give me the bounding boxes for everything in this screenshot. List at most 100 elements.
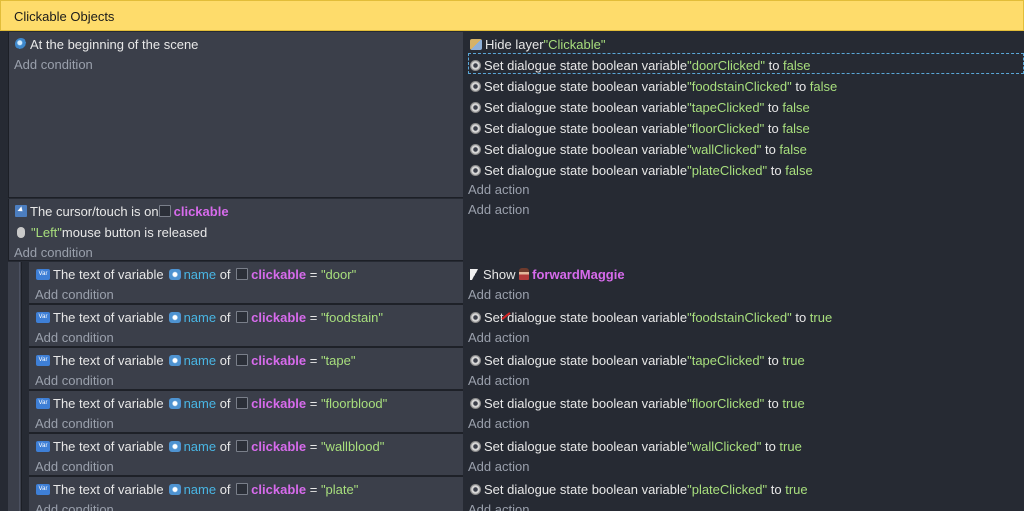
add-action-button[interactable]: Add action — [468, 414, 529, 432]
gear-icon — [470, 483, 481, 495]
action-string: "floorClicked" — [687, 395, 765, 411]
subevent-rail-line — [19, 262, 20, 511]
add-action-button[interactable]: Add action — [468, 328, 529, 346]
action-to: to — [767, 481, 786, 497]
event-group-header[interactable]: Clickable Objects — [0, 0, 1024, 31]
gear-icon — [470, 59, 481, 71]
add-condition-button[interactable]: Add condition — [35, 285, 114, 303]
action-text: Set dialogue state boolean variable — [484, 309, 688, 325]
compared-value: "wallblood" — [320, 438, 385, 454]
variable-icon: Var — [36, 397, 50, 409]
object-icon — [158, 205, 171, 217]
action-string: "doorClicked" — [687, 57, 765, 73]
condition-text: The text of variable — [53, 395, 164, 411]
add-condition-label: Add condition — [35, 501, 114, 511]
add-condition-label: Add condition — [14, 244, 93, 260]
action-text: Set dialogue state boolean variable — [484, 99, 688, 115]
action-value: false — [783, 57, 811, 73]
action-string: "plateClicked" — [687, 481, 768, 497]
action-string: "tapeClicked" — [687, 99, 765, 115]
mouse-icon — [17, 226, 25, 238]
cursor-condition-object: clickable — [173, 203, 229, 219]
event2-condition-cursor[interactable]: The cursor/touch is on clickable — [15, 202, 229, 220]
action-text: Hide layer — [485, 36, 544, 52]
variable-text-condition[interactable]: Var The text of variable name of clickabl… — [36, 351, 355, 369]
object-name: clickable — [251, 309, 307, 325]
equals-text: = — [306, 309, 321, 325]
add-action-button[interactable]: Add action — [468, 457, 529, 475]
add-condition-button[interactable]: Add condition — [35, 371, 114, 389]
show-object-name: forwardMaggie — [532, 266, 625, 282]
add-action-button[interactable]: Add action — [468, 500, 529, 511]
gear-icon — [470, 354, 481, 366]
set-variable-action[interactable]: Set dialogue state boolean variable "foo… — [470, 77, 837, 95]
variable-text-condition[interactable]: Var The text of variable name of clickabl… — [36, 308, 383, 326]
add-action-button[interactable]: Add action — [468, 371, 529, 389]
action-text: Set dialogue state boolean variable — [484, 57, 688, 73]
set-variable-action[interactable]: Set dialogue state boolean variable "pla… — [470, 161, 813, 179]
action-value: true — [785, 481, 808, 497]
event1-condition[interactable]: At the beginning of the scene — [15, 35, 198, 53]
mouse-button-value: "Left" — [31, 224, 62, 240]
action-value: true — [782, 352, 805, 368]
compared-value: "floorblood" — [320, 395, 388, 411]
add-action-button[interactable]: Add action — [468, 285, 529, 303]
set-variable-action[interactable]: Set dialogue state boolean variable "tap… — [470, 351, 805, 369]
set-variable-action[interactable]: Set dialogue state boolean variable "wal… — [470, 140, 807, 158]
add-action-button[interactable]: Add action — [468, 180, 529, 198]
set-variable-action[interactable]: Set dialogue state boolean variable "flo… — [470, 394, 805, 412]
set-variable-action[interactable]: Set dialogue state boolean variable "tap… — [470, 98, 810, 116]
variable-icon: Var — [36, 268, 50, 280]
group-title: Clickable Objects — [14, 9, 115, 24]
add-condition-button[interactable]: Add condition — [35, 328, 114, 346]
hide-layer-action[interactable]: Hide layer "Clickable" — [470, 35, 606, 53]
scene-start-icon — [15, 38, 27, 50]
gear-icon — [470, 164, 481, 176]
of-text: of — [216, 266, 235, 282]
variable-name: name — [183, 438, 217, 454]
add-condition-button[interactable]: Add condition — [14, 243, 93, 261]
add-condition-label: Add condition — [14, 56, 93, 72]
add-condition-label: Add condition — [35, 286, 114, 302]
compared-value: "foodstain" — [320, 309, 383, 325]
action-value: false — [779, 141, 807, 157]
set-variable-action[interactable]: Set dialogue state boolean variable "pla… — [470, 480, 808, 498]
action-text: Set dialogue state boolean variable — [484, 481, 688, 497]
set-variable-action[interactable]: Set dialogue state boolean variable "foo… — [470, 308, 832, 326]
show-object-action[interactable]: Show forwardMaggie — [470, 265, 625, 283]
add-condition-button[interactable]: Add condition — [35, 500, 114, 511]
add-condition-button[interactable]: Add condition — [35, 457, 114, 475]
add-action-label: Add action — [468, 415, 530, 431]
action-text: Set dialogue state boolean variable — [484, 141, 688, 157]
globe-icon — [168, 483, 181, 495]
action-text: Set dialogue state boolean variable — [484, 78, 688, 94]
compared-value: "plate" — [320, 481, 359, 497]
action-value: false — [785, 162, 813, 178]
variable-text-condition[interactable]: Var The text of variable name of clickabl… — [36, 437, 384, 455]
event2-condition-mouse[interactable]: "Left" mouse button is released — [17, 223, 207, 241]
add-condition-button[interactable]: Add condition — [14, 55, 93, 73]
action-text: Set dialogue state boolean variable — [484, 162, 688, 178]
set-variable-action[interactable]: Set dialogue state boolean variable "wal… — [470, 437, 802, 455]
globe-icon — [168, 268, 181, 280]
action-to: to — [791, 78, 810, 94]
add-action-button[interactable]: Add action — [468, 200, 529, 218]
add-condition-button[interactable]: Add condition — [35, 414, 114, 432]
set-variable-action[interactable]: Set dialogue state boolean variable "doo… — [470, 56, 811, 74]
set-variable-action[interactable]: Set dialogue state boolean variable "flo… — [470, 119, 810, 137]
action-value: true — [809, 309, 833, 325]
gear-icon — [470, 80, 481, 92]
variable-text-condition[interactable]: Var The text of variable name of clickabl… — [36, 265, 356, 283]
action-value: true — [779, 438, 802, 454]
globe-icon — [168, 440, 181, 452]
object-name: clickable — [251, 481, 307, 497]
variable-text-condition[interactable]: Var The text of variable name of clickabl… — [36, 394, 387, 412]
add-action-label: Add action — [468, 458, 530, 474]
add-condition-label: Add condition — [35, 372, 114, 388]
add-condition-label: Add condition — [35, 458, 114, 474]
object-icon — [236, 483, 249, 495]
layer-icon — [470, 38, 482, 50]
action-to: to — [764, 120, 783, 136]
action-to: to — [764, 99, 783, 115]
variable-text-condition[interactable]: Var The text of variable name of clickabl… — [36, 480, 358, 498]
